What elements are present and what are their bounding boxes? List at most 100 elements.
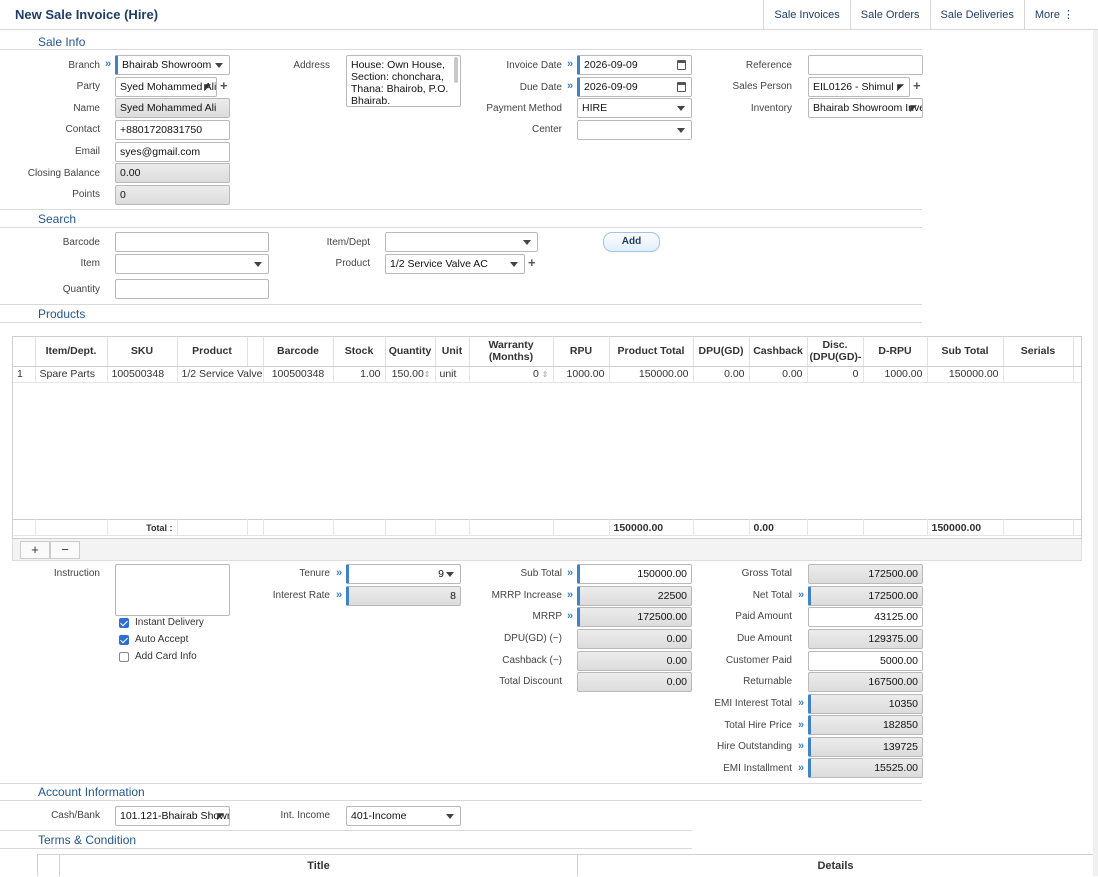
col-barcode[interactable]: Barcode: [263, 337, 334, 367]
emi-interest-total-field[interactable]: 10350: [808, 694, 923, 714]
add-button[interactable]: Add: [603, 232, 660, 252]
col-sub-total[interactable]: Sub Total: [927, 337, 1004, 367]
invoice-date-input[interactable]: 2026-09-09: [577, 55, 692, 75]
add-party-button[interactable]: +: [220, 78, 228, 93]
terms-title-col[interactable]: Title: [60, 855, 578, 876]
cash-bank-select[interactable]: 101.121-Bhairab Showroom◤: [115, 806, 230, 826]
col-product[interactable]: Product: [177, 337, 248, 367]
inventory-select[interactable]: Bhairab Showroom Inventory◤: [808, 98, 923, 118]
remove-row-button[interactable]: −: [50, 541, 80, 559]
party-select[interactable]: Syed Mohammed Ali ◤: [115, 77, 217, 97]
due-date-input[interactable]: 2026-09-09: [577, 77, 692, 97]
calendar-icon[interactable]: [677, 60, 686, 70]
add-row-button[interactable]: +: [20, 541, 50, 559]
col-item-dept[interactable]: Item/Dept.: [35, 337, 108, 367]
nav-sale-invoices[interactable]: Sale Invoices: [763, 0, 849, 30]
address-textarea[interactable]: House: Own House, Section: chonchara, Th…: [346, 55, 461, 107]
col-disc[interactable]: Disc. (DPU(GD)-: [807, 337, 864, 367]
cashback-field[interactable]: 0.00: [577, 651, 692, 671]
cell-sku[interactable]: 100500348: [107, 366, 178, 383]
cell-disc[interactable]: 0: [807, 366, 864, 383]
contact-field[interactable]: +8801720831750: [115, 120, 230, 140]
cell-serials[interactable]: [1003, 366, 1074, 383]
section-products: Products: [38, 307, 86, 321]
tenure-select[interactable]: 9: [346, 564, 461, 584]
emi-installment-field[interactable]: 15525.00: [808, 758, 923, 778]
col-rpu[interactable]: RPU: [553, 337, 610, 367]
checkbox-checked-icon[interactable]: [119, 617, 129, 628]
closing-balance-field[interactable]: 0.00: [115, 163, 230, 183]
hire-outstanding-field[interactable]: 139725: [808, 737, 923, 757]
checkbox-unchecked-icon[interactable]: [119, 651, 129, 662]
col-sku[interactable]: SKU: [107, 337, 178, 367]
calendar-icon[interactable]: [677, 82, 686, 92]
cell-dpu[interactable]: 0.00: [693, 366, 750, 383]
nav-sale-orders[interactable]: Sale Orders: [849, 0, 930, 30]
int-income-select[interactable]: 401-Income: [346, 806, 461, 826]
customer-paid-field[interactable]: 5000.00: [808, 651, 923, 671]
gross-total-field[interactable]: 172500.00: [808, 564, 923, 584]
quantity-input[interactable]: [115, 279, 269, 299]
mrrp-field[interactable]: 172500.00: [577, 607, 692, 627]
checkbox-checked-icon[interactable]: [119, 634, 129, 645]
col-stock[interactable]: Stock: [333, 337, 386, 367]
sales-person-select[interactable]: EIL0126 - Shimul ◤: [808, 77, 910, 97]
auto-accept-checkbox[interactable]: Auto Accept: [119, 634, 188, 645]
page-scrollbar[interactable]: [1093, 30, 1098, 876]
spinner-icon[interactable]: ⇕: [542, 370, 549, 379]
total-hire-price-field[interactable]: 182850: [808, 715, 923, 735]
address-scrollbar[interactable]: [454, 57, 458, 83]
cell-item-dept[interactable]: Spare Parts: [35, 366, 108, 383]
nav-more[interactable]: More ⋮: [1023, 0, 1084, 30]
emi-interest-total-label: EMI Interest Total: [714, 698, 792, 709]
cell-barcode[interactable]: 100500348: [263, 366, 334, 383]
col-drpu[interactable]: D-RPU: [863, 337, 928, 367]
spinner-icon[interactable]: ⇕: [424, 370, 431, 379]
center-select[interactable]: [577, 120, 692, 140]
quantity-value: 150.00: [391, 368, 424, 380]
dpu-field[interactable]: 0.00: [577, 629, 692, 649]
divider: [0, 783, 922, 784]
barcode-input[interactable]: [115, 232, 269, 252]
email-field[interactable]: syes@gmail.com: [115, 142, 230, 162]
points-field[interactable]: 0: [115, 185, 230, 205]
paid-amount-field[interactable]: 43125.00: [808, 607, 923, 627]
instruction-textarea[interactable]: [115, 564, 230, 616]
col-product-total[interactable]: Product Total: [609, 337, 694, 367]
item-select[interactable]: [115, 254, 269, 274]
cell-product[interactable]: 1/2 Service Valve AC: [177, 366, 264, 383]
col-quantity[interactable]: Quantity: [385, 337, 436, 367]
cell-quantity[interactable]: 150.00⇕: [385, 366, 436, 383]
due-amount-field[interactable]: 129375.00: [808, 629, 923, 649]
interest-rate-field[interactable]: 8: [346, 586, 461, 606]
instant-delivery-checkbox[interactable]: Instant Delivery: [119, 617, 204, 628]
name-field[interactable]: Syed Mohammed Ali: [115, 98, 230, 118]
contact-label: Contact: [65, 124, 100, 135]
terms-details-col[interactable]: Details: [578, 855, 1093, 876]
cell-rpu[interactable]: 1000.00: [553, 366, 610, 383]
reference-field[interactable]: [808, 55, 923, 75]
payment-method-select[interactable]: HIRE: [577, 98, 692, 118]
col-warranty[interactable]: Warranty (Months): [469, 337, 554, 367]
sub-total-field[interactable]: 150000.00: [577, 564, 692, 584]
col-serials[interactable]: Serials: [1003, 337, 1074, 367]
net-total-field[interactable]: 172500.00: [808, 586, 923, 606]
add-product-button[interactable]: +: [528, 255, 536, 270]
nav-sale-deliveries[interactable]: Sale Deliveries: [929, 0, 1024, 30]
returnable-field[interactable]: 167500.00: [808, 672, 923, 692]
add-card-info-checkbox[interactable]: Add Card Info: [119, 651, 197, 662]
col-spacer: [247, 337, 264, 367]
branch-select[interactable]: Bhairab Showroom: [115, 55, 230, 75]
mrrp-increase-field[interactable]: 22500: [577, 586, 692, 606]
col-dpu[interactable]: DPU(GD): [693, 337, 750, 367]
item-dept-select[interactable]: [385, 232, 538, 252]
chevron-down-icon: [677, 128, 685, 133]
product-select[interactable]: 1/2 Service Valve AC: [385, 254, 525, 274]
cell-cashback[interactable]: 0.00: [749, 366, 808, 383]
total-discount-field[interactable]: 0.00: [577, 672, 692, 692]
cell-warranty[interactable]: 0 ⇕: [469, 366, 554, 383]
col-cashback[interactable]: Cashback: [749, 337, 808, 367]
table-row[interactable]: 1 Spare Parts 100500348 1/2 Service Valv…: [13, 366, 1081, 383]
col-unit[interactable]: Unit: [435, 337, 470, 367]
add-sales-person-button[interactable]: +: [913, 78, 921, 93]
